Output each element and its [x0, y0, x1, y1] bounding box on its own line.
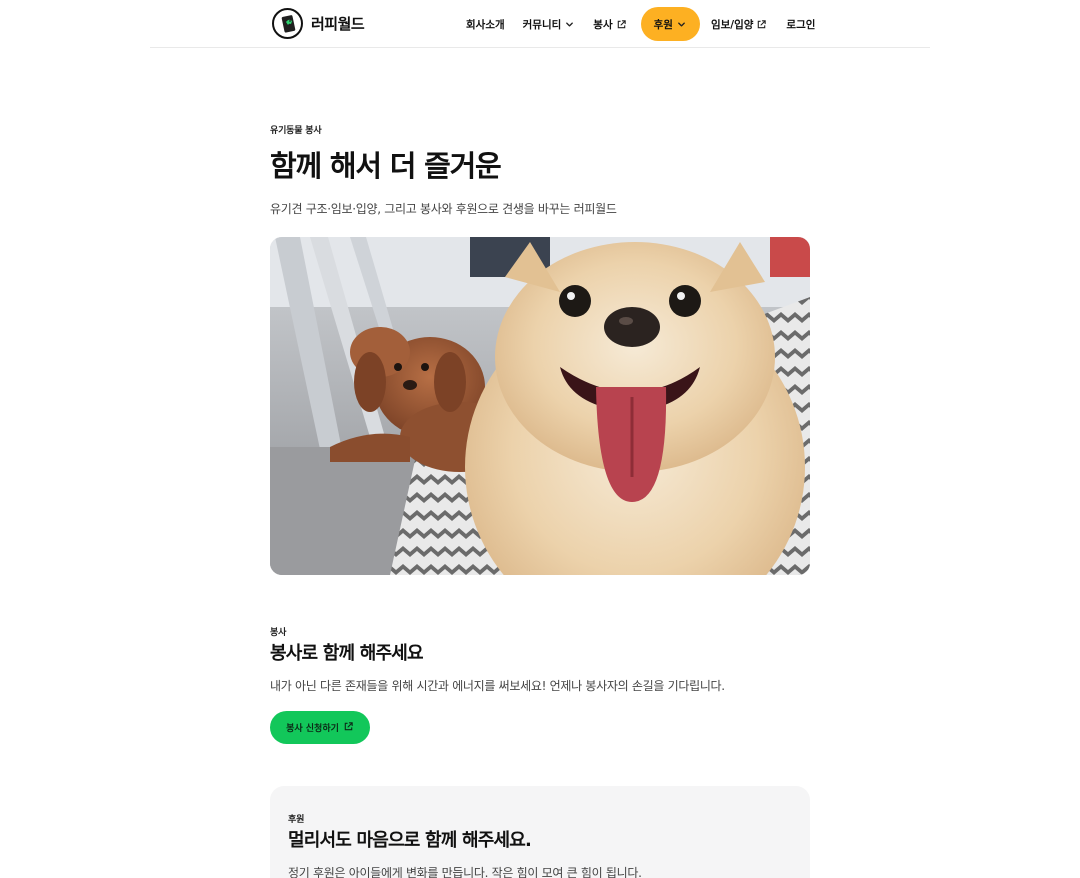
nav-volunteer[interactable]: 봉사	[593, 7, 626, 41]
hero-title: 함께 해서 더 즐거운	[270, 149, 502, 183]
nav-about[interactable]: 회사소개	[466, 7, 505, 41]
donate-description: 정기 후원은 아이들에게 변화를 만듭니다. 작은 힘이 모여 큰 힘이 됩니다…	[288, 866, 642, 878]
hero-eyebrow: 유기동물 봉사	[270, 126, 322, 136]
logo-text: 러피월드	[311, 15, 365, 33]
hero-subtitle: 유기견 구조·임보·입양, 그리고 봉사와 후원으로 견생을 바꾸는 러피월드	[270, 202, 617, 216]
logo-dog-icon	[272, 8, 303, 39]
nav-donate[interactable]: 후원	[640, 7, 700, 41]
nav-donate-label: 후원	[653, 18, 673, 31]
chevron-down-icon	[676, 19, 687, 30]
external-link-icon	[343, 721, 354, 735]
donate-eyebrow: 후원	[288, 815, 305, 825]
hero-dogs-image	[270, 237, 810, 575]
chevron-down-icon	[564, 19, 575, 30]
external-link-icon	[756, 19, 767, 30]
nav-foster-adopt[interactable]: 임보/입양	[711, 7, 767, 41]
site-header: 러피월드 회사소개 커뮤니티 봉사 후원 임보/입양 로그인	[150, 0, 930, 48]
nav-foster-adopt-label: 임보/입양	[710, 18, 754, 31]
volunteer-title: 봉사로 함께 해주세요	[270, 643, 424, 664]
logo[interactable]: 러피월드	[272, 8, 365, 39]
volunteer-apply-label: 봉사 신청하기	[286, 724, 339, 734]
nav-community-label: 커뮤니티	[522, 18, 562, 31]
main-nav: 회사소개 커뮤니티 봉사 후원 임보/입양 로그인	[466, 7, 815, 41]
nav-community[interactable]: 커뮤니티	[523, 7, 576, 41]
nav-about-label: 회사소개	[466, 18, 505, 31]
donate-title: 멀리서도 마음으로 함께 해주세요.	[288, 830, 532, 851]
volunteer-eyebrow: 봉사	[270, 628, 287, 638]
donate-card: 후원 멀리서도 마음으로 함께 해주세요. 정기 후원은 아이들에게 변화를 만…	[270, 786, 810, 878]
volunteer-description: 내가 아닌 다른 존재들을 위해 시간과 에너지를 써보세요! 언제나 봉사자의…	[270, 679, 725, 693]
volunteer-apply-button[interactable]: 봉사 신청하기	[270, 711, 370, 744]
nav-login[interactable]: 로그인	[786, 7, 815, 41]
nav-login-label: 로그인	[786, 18, 816, 31]
nav-volunteer-label: 봉사	[593, 18, 613, 31]
external-link-icon	[616, 19, 627, 30]
